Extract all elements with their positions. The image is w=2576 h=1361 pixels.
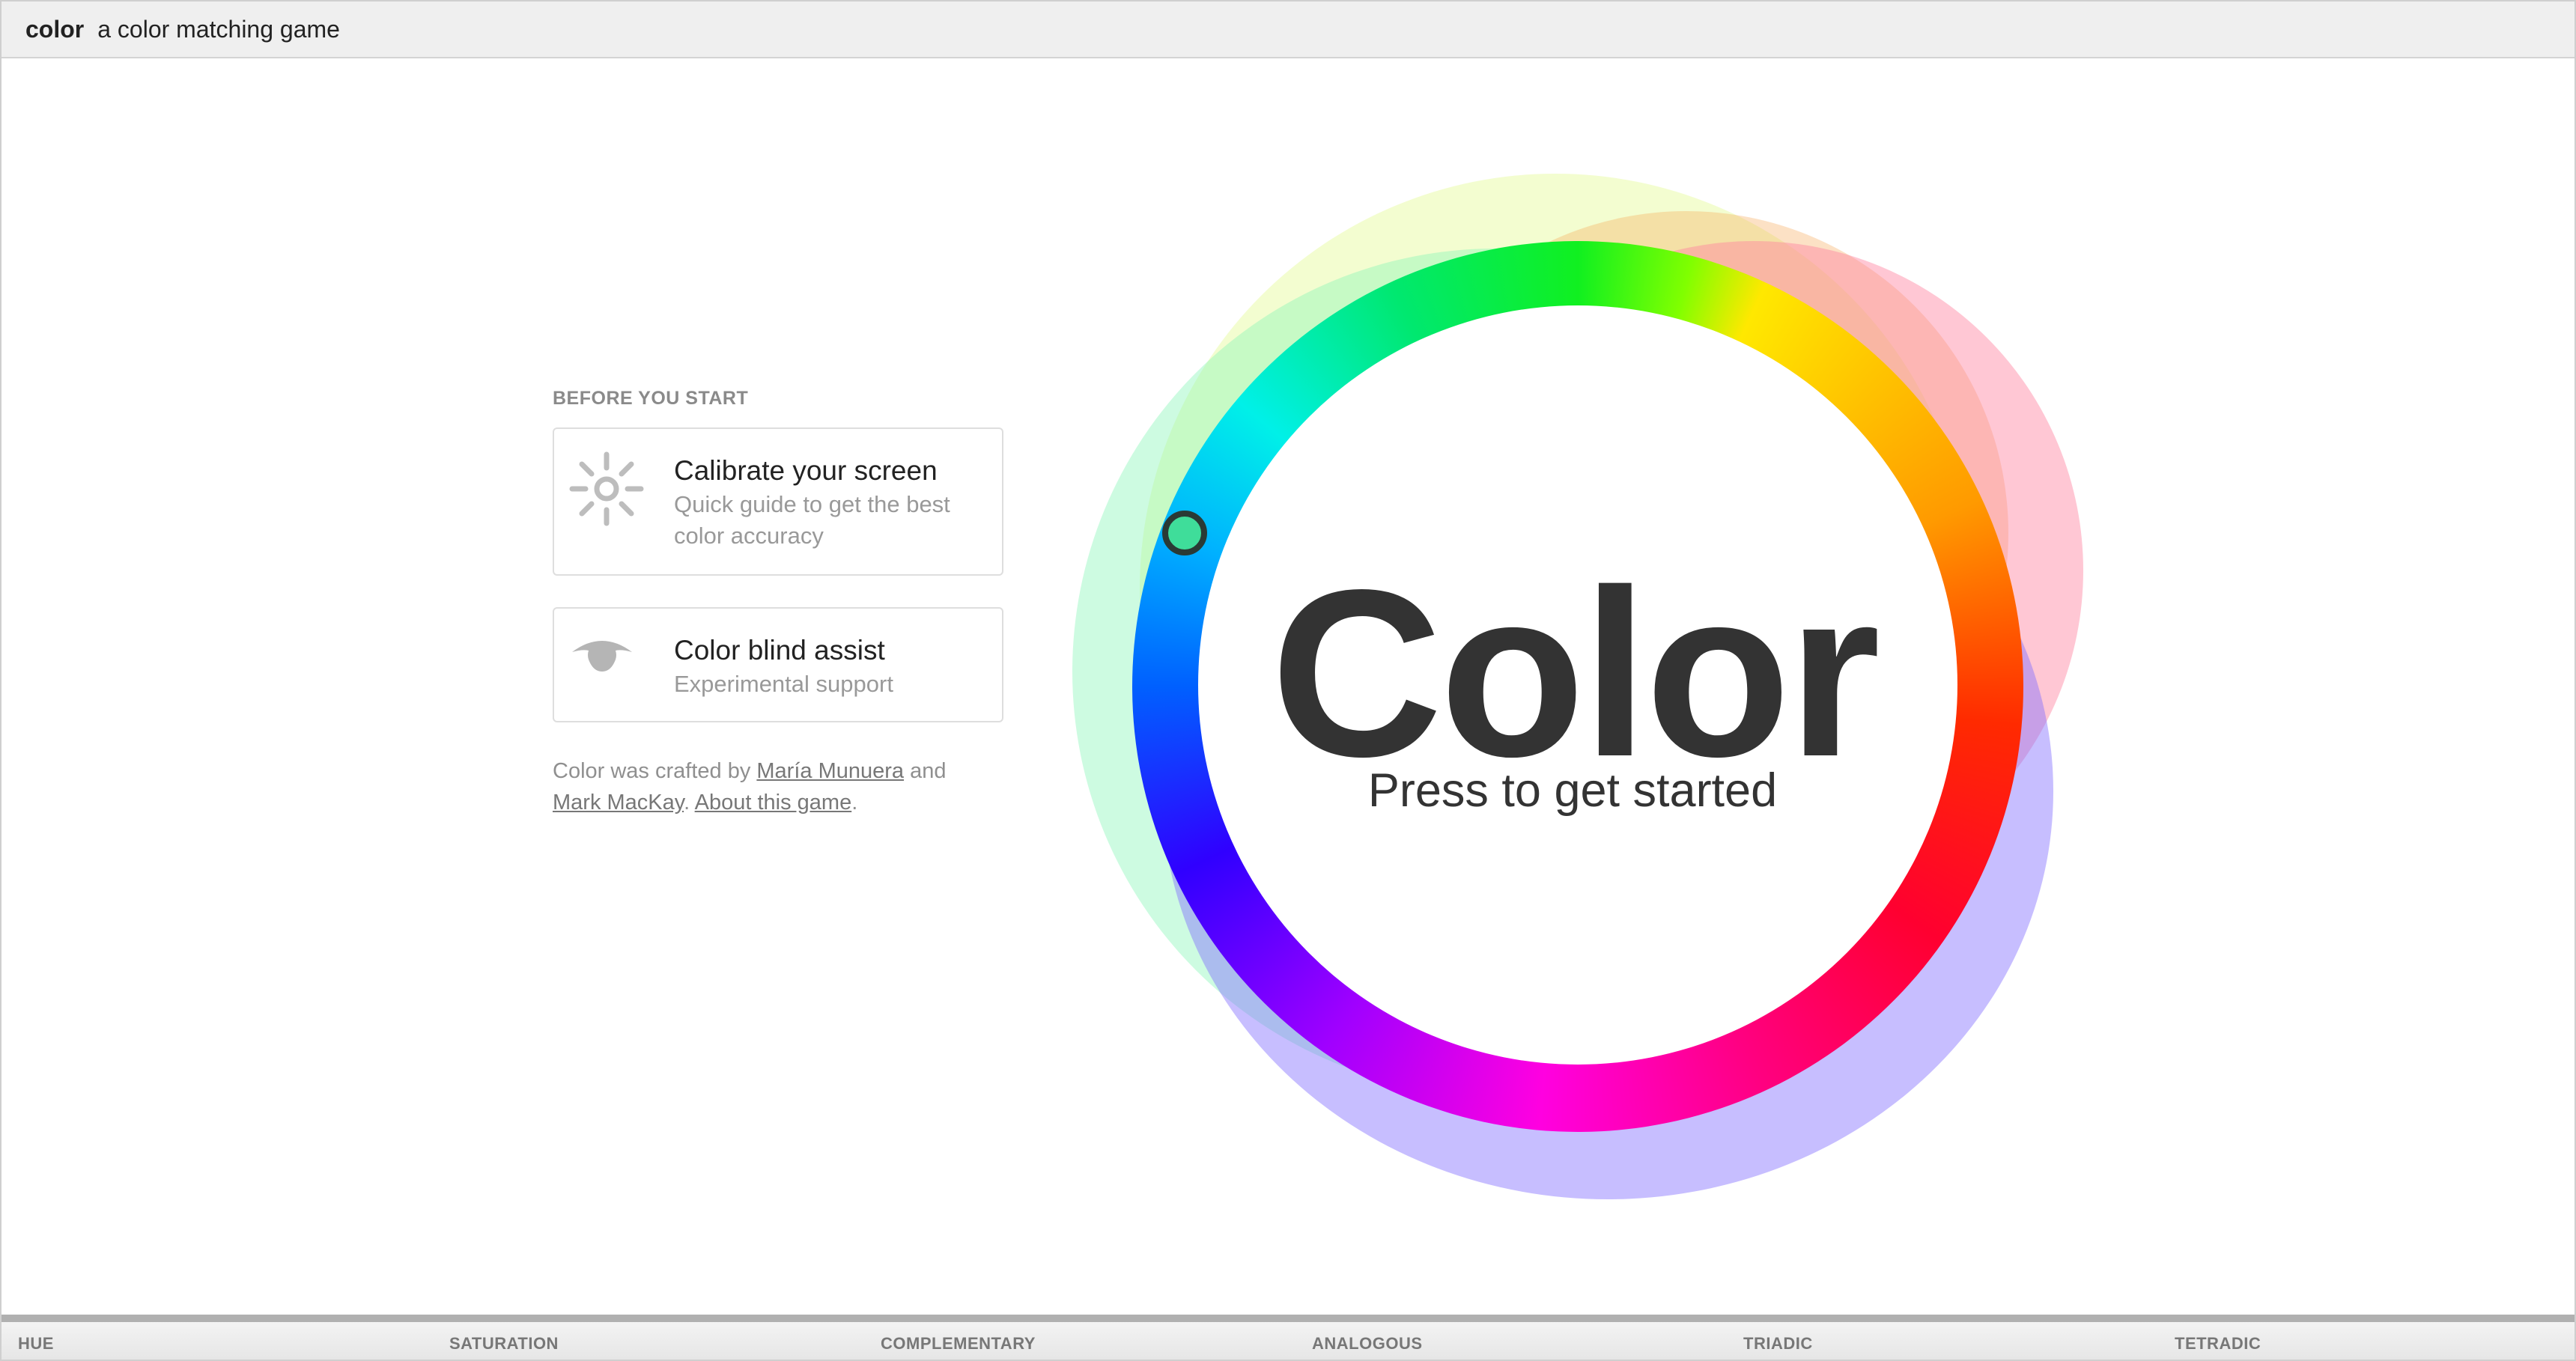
mode-saturation[interactable]: SATURATION (449, 1334, 559, 1354)
author-link-mark[interactable]: Mark MacKay (553, 791, 684, 815)
color-blind-assist-card[interactable]: Color blind assist Experimental support (553, 607, 1003, 722)
header: color a color matching game (1, 1, 2575, 58)
credits: Color was crafted by María Munuera and M… (553, 755, 1003, 818)
colorblind-card-text: Color blind assist Experimental support (674, 633, 987, 700)
color-picker-handle[interactable] (1162, 511, 1207, 555)
eye-icon (569, 634, 635, 679)
card-title: Calibrate your screen (674, 455, 938, 486)
credits-prefix: Color was crafted by (553, 759, 757, 783)
start-prompt: Press to get started (1367, 764, 1778, 817)
mode-tetradic[interactable]: TETRADIC (2175, 1334, 2261, 1354)
credits-separator: . (684, 791, 695, 815)
brand-logo[interactable]: color (25, 16, 84, 43)
mode-triadic[interactable]: TRIADIC (1743, 1334, 1813, 1354)
credits-and: and (904, 759, 947, 783)
card-subtitle: Quick guide to get the best color accura… (674, 491, 950, 549)
about-link[interactable]: About this game (695, 791, 852, 815)
tagline: a color matching game (97, 15, 340, 43)
section-title: BEFORE YOU START (553, 388, 749, 409)
color-wheel[interactable]: Color Press to get started (985, 94, 2170, 1279)
start-button[interactable]: Color Press to get started (1198, 305, 1957, 1065)
calibrate-card-text: Calibrate your screen Quick guide to get… (674, 453, 987, 552)
author-link-maria[interactable]: María Munuera (756, 759, 904, 783)
credits-suffix: . (851, 791, 858, 815)
mode-complementary[interactable]: COMPLEMENTARY (881, 1334, 1036, 1354)
calibrate-screen-card[interactable]: Calibrate your screen Quick guide to get… (553, 427, 1003, 576)
mode-analogous[interactable]: ANALOGOUS (1312, 1334, 1423, 1354)
card-subtitle: Experimental support (674, 671, 893, 697)
card-title: Color blind assist (674, 635, 885, 666)
mode-hue[interactable]: HUE (18, 1334, 54, 1354)
sun-icon (569, 451, 644, 526)
game-title: Color (1270, 541, 1880, 806)
mode-bar: HUE SATURATION COMPLEMENTARY ANALOGOUS T… (1, 1315, 2575, 1360)
app-window: color a color matching game BEFORE YOU S… (0, 0, 2576, 1361)
before-you-start-panel: BEFORE YOU START Calibrate your screen Q… (553, 388, 1003, 818)
